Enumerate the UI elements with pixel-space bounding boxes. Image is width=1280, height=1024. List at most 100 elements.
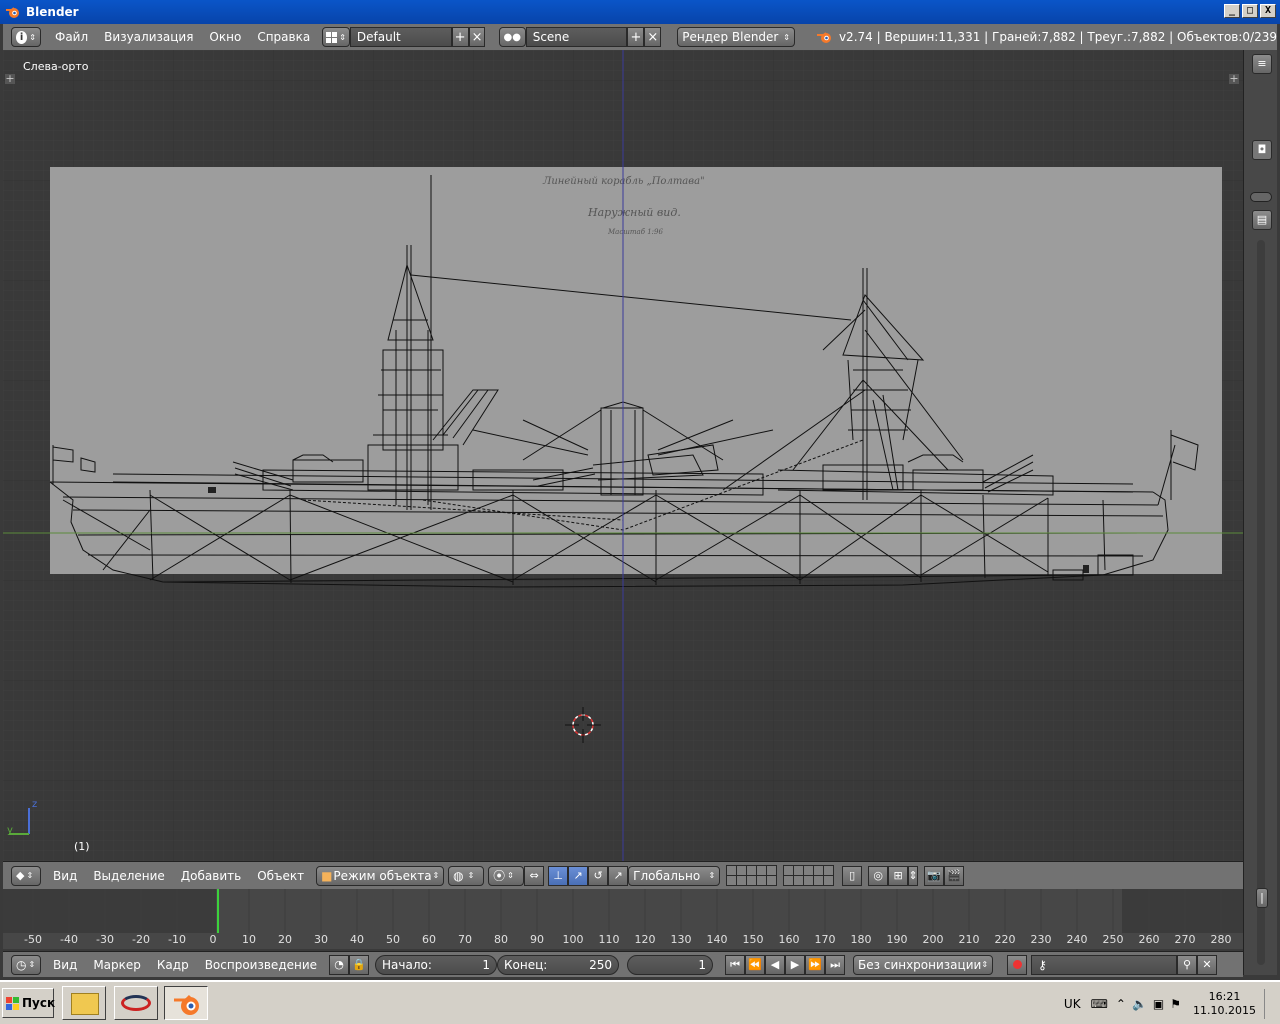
- proportional-edit-icon[interactable]: ◎: [868, 865, 889, 886]
- mode-dropdown[interactable]: ■ Режим объекта ⇕: [316, 865, 445, 886]
- network-icon[interactable]: ▣: [1153, 997, 1164, 1011]
- menu-view[interactable]: Вид: [45, 958, 85, 972]
- play-reverse-icon[interactable]: ◀: [765, 954, 786, 975]
- editor-type-3dview-button[interactable]: ◆ ⇕: [11, 865, 41, 886]
- show-desktop-icon[interactable]: [1264, 989, 1278, 1019]
- timeline-tick-label: 140: [706, 933, 728, 946]
- manipulator-move-icon[interactable]: ↗: [568, 865, 589, 886]
- snap-icon[interactable]: ⊞: [888, 865, 909, 886]
- flag-icon[interactable]: ⚑: [1170, 997, 1181, 1011]
- view-label: Слева-орто: [23, 60, 89, 73]
- layout-name-field[interactable]: Default: [349, 27, 452, 47]
- chevron-updown-icon: ⇕: [29, 32, 36, 42]
- jump-keyframe-next-icon[interactable]: ⏩: [805, 954, 826, 975]
- lock-icon[interactable]: 🔒: [349, 954, 370, 975]
- remove-layout-icon[interactable]: ×: [468, 27, 486, 47]
- outliner-icon[interactable]: ≡: [1252, 54, 1272, 74]
- manipulator-rotate-icon[interactable]: ↺: [588, 865, 609, 886]
- end-frame-field[interactable]: Конец: 250: [497, 954, 620, 975]
- layers-grid-1[interactable]: [726, 865, 778, 886]
- scene-selector-button[interactable]: ●●: [499, 27, 526, 47]
- menu-render[interactable]: Визуализация: [96, 30, 201, 44]
- delete-keyframe-icon[interactable]: ✕: [1197, 954, 1218, 975]
- play-icon[interactable]: ▶: [785, 954, 806, 975]
- menu-file[interactable]: Файл: [47, 30, 96, 44]
- volume-icon[interactable]: 🔈: [1132, 997, 1147, 1011]
- render-still-icon[interactable]: 📷: [924, 865, 945, 886]
- insert-keyframe-icon[interactable]: ⚲: [1177, 954, 1198, 975]
- menu-playback[interactable]: Воспроизведение: [197, 958, 325, 972]
- properties-toggle-icon[interactable]: +: [1229, 73, 1239, 84]
- jump-end-icon[interactable]: ⏭: [825, 954, 846, 975]
- layers-grid-2[interactable]: [783, 865, 835, 886]
- menu-window[interactable]: Окно: [201, 30, 249, 44]
- menu-object[interactable]: Объект: [249, 869, 312, 883]
- close-button[interactable]: X: [1260, 4, 1276, 18]
- clock-time: 16:21: [1208, 990, 1241, 1003]
- manipulator-scale-icon[interactable]: ↗: [608, 865, 629, 886]
- menu-add[interactable]: Добавить: [173, 869, 249, 883]
- timeline-tick-label: -20: [132, 933, 150, 946]
- timeline-area[interactable]: -50 -40 -30 -20 -10 0 10 20 30 40 50 60 70 80 90 100 110…: [3, 889, 1243, 949]
- taskbar-app-2[interactable]: [114, 986, 158, 1020]
- taskbar-explorer[interactable]: [62, 986, 106, 1020]
- current-frame-field[interactable]: 1: [627, 954, 714, 975]
- jump-start-icon[interactable]: ⏮: [725, 954, 746, 975]
- render-animation-icon[interactable]: 🎬: [944, 865, 965, 886]
- preview-range-icon[interactable]: ◔: [329, 954, 350, 975]
- start-frame-field[interactable]: Начало: 1: [375, 954, 498, 975]
- render-engine-label: Рендер Blender: [682, 30, 779, 44]
- jump-keyframe-prev-icon[interactable]: ⏪: [745, 954, 766, 975]
- remove-scene-icon[interactable]: ×: [644, 27, 662, 47]
- editor-type-info-button[interactable]: i ⇕: [11, 27, 41, 47]
- taskbar-blender[interactable]: [164, 986, 208, 1020]
- menu-marker[interactable]: Маркер: [85, 958, 149, 972]
- 3d-viewport[interactable]: Линейный корабль „Полтава" Наружный вид.…: [3, 50, 1243, 861]
- camera-icon[interactable]: ◘: [1252, 140, 1272, 160]
- timeline-tick-label: 230: [1030, 933, 1052, 946]
- scrollbar[interactable]: [1257, 240, 1265, 965]
- menu-frame[interactable]: Кадр: [149, 958, 197, 972]
- info-icon: i: [16, 30, 28, 44]
- maximize-button[interactable]: □: [1242, 4, 1258, 18]
- properties-icon[interactable]: ▤: [1252, 210, 1272, 230]
- chevron-updown-icon: ⇕: [467, 871, 475, 880]
- language-indicator[interactable]: UK: [1064, 997, 1081, 1011]
- menu-view[interactable]: Вид: [45, 869, 85, 883]
- scene-name-field[interactable]: Scene: [525, 27, 628, 47]
- clock[interactable]: 16:21 11.10.2015: [1185, 990, 1264, 1018]
- orientation-dropdown[interactable]: Глобально ⇕: [628, 865, 721, 886]
- viewport-shading-dropdown[interactable]: ◍ ⇕: [448, 865, 485, 886]
- lock-camera-icon[interactable]: ▯: [842, 865, 863, 886]
- manipulator-translate-icon[interactable]: ⊥: [548, 865, 569, 886]
- record-icon[interactable]: [1007, 954, 1028, 975]
- start-button[interactable]: Пуск: [2, 988, 55, 1018]
- menu-select[interactable]: Выделение: [85, 869, 172, 883]
- sync-mode-dropdown[interactable]: Без синхронизации ⇕: [853, 954, 994, 975]
- timeline-tick-label: 90: [530, 933, 544, 946]
- editor-type-timeline-button[interactable]: ◷ ⇕: [11, 954, 41, 975]
- timeline-tick-label: 20: [278, 933, 292, 946]
- keying-set-field[interactable]: ⚷: [1031, 954, 1178, 975]
- manipulator-toggle-icon[interactable]: ⇔: [524, 865, 545, 886]
- end-frame-label: Конец:: [504, 957, 548, 972]
- toggle-switch[interactable]: [1250, 192, 1272, 202]
- menu-help[interactable]: Справка: [249, 30, 318, 44]
- timeline-tick-label: 100: [562, 933, 584, 946]
- screen-layout-button[interactable]: ⇕: [322, 27, 350, 47]
- timeline-tick-label: -10: [168, 933, 186, 946]
- render-engine-dropdown[interactable]: Рендер Blender ⇕: [677, 27, 795, 47]
- toolshelf-toggle-icon[interactable]: +: [5, 73, 15, 84]
- timeline-tick-label: -50: [24, 933, 42, 946]
- axis-z-label: z: [32, 799, 38, 810]
- add-layout-icon[interactable]: +: [451, 27, 469, 47]
- expand-tray-icon[interactable]: ⌃: [1116, 997, 1126, 1011]
- minimize-button[interactable]: _: [1224, 4, 1240, 18]
- timeline-tick-label: 170: [814, 933, 836, 946]
- keyboard-icon[interactable]: ⌨: [1091, 997, 1108, 1011]
- panel-toggle-icon[interactable]: |: [1256, 888, 1268, 908]
- scene-statistics: v2.74 | Вершин:11,331 | Граней:7,882 | Т…: [838, 30, 1277, 44]
- add-scene-icon[interactable]: +: [627, 27, 645, 47]
- pivot-point-dropdown[interactable]: ⦿ ⇕: [488, 865, 525, 886]
- snap-dropdown-icon[interactable]: ⇕: [908, 865, 919, 886]
